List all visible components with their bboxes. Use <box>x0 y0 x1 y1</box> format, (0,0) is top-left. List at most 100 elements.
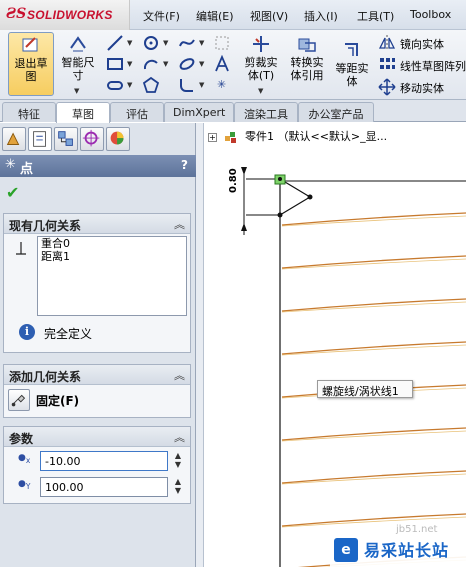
existing-relations-group: 现有几何关系 ︽ 重合0 距离1 i 完全定义 <box>3 213 191 353</box>
trim-icon <box>253 36 269 52</box>
x-coordinate-input[interactable] <box>40 451 168 471</box>
linear-pattern-icon[interactable] <box>378 56 396 74</box>
dimxpert-manager-tab[interactable] <box>80 127 104 151</box>
help-button[interactable]: ? <box>181 158 188 172</box>
list-item[interactable]: 距离1 <box>38 250 186 263</box>
point-tool-icon[interactable]: ✳ <box>217 78 226 91</box>
collapse-chevron-icon[interactable]: ︽ <box>174 367 185 383</box>
display-manager-tab[interactable] <box>106 127 130 151</box>
helix-turn <box>281 427 466 441</box>
add-relations-header[interactable]: 添加几何关系 ︽ <box>4 365 190 385</box>
menu-toolbox[interactable]: Toolbox <box>410 8 451 21</box>
x-spinner[interactable]: ▲ ▼ <box>172 451 184 471</box>
menu-file[interactable]: 文件(F) <box>143 8 180 24</box>
ellipse-icon[interactable] <box>178 55 196 73</box>
fillet-icon[interactable] <box>178 76 196 94</box>
polygon-icon[interactable] <box>142 76 160 94</box>
construction-geometry-icon[interactable] <box>213 34 231 52</box>
smart-dimension-dropdown-icon[interactable]: ▼ <box>74 87 79 95</box>
manager-tabs <box>0 127 196 153</box>
property-manager-title: 点 <box>20 162 34 177</box>
tab-evaluate[interactable]: 评估 <box>110 102 164 122</box>
point-icon: ✳ <box>5 157 16 172</box>
solidworks-logo[interactable]: ƧS SOLIDWORKS <box>0 0 130 30</box>
slot-dropdown-icon[interactable]: ▼ <box>127 81 132 89</box>
info-icon: i <box>19 324 35 340</box>
move-entities-icon[interactable] <box>378 78 396 96</box>
feature-manager-tab[interactable] <box>2 127 26 151</box>
menu-insert[interactable]: 插入(I) <box>304 8 338 24</box>
fix-relation-button[interactable] <box>8 389 30 411</box>
anchor-icon <box>11 394 26 407</box>
helix-turn <box>281 212 466 226</box>
circle-dropdown-icon[interactable]: ▼ <box>163 39 168 47</box>
helix-tooltip: 螺旋线/涡状线1 <box>317 380 413 398</box>
watermark-text: 易采站长站 <box>364 541 450 560</box>
exit-sketch-button[interactable]: 退出草图 <box>8 32 54 96</box>
spline-dropdown-icon[interactable]: ▼ <box>199 39 204 47</box>
smart-dimension-label: 智能尺寸 <box>61 56 95 82</box>
move-entities-label[interactable]: 移动实体 <box>400 80 444 96</box>
fillet-dropdown-icon[interactable]: ▼ <box>199 81 204 89</box>
add-relations-group: 添加几何关系 ︽ 固定(F) <box>3 364 191 418</box>
y-spinner[interactable]: ▲ ▼ <box>172 477 184 497</box>
rectangle-dropdown-icon[interactable]: ▼ <box>127 60 132 68</box>
menu-view[interactable]: 视图(V) <box>250 8 288 24</box>
collapse-chevron-icon[interactable]: ︽ <box>174 216 185 232</box>
smart-dimension-button[interactable]: 智能尺寸 <box>58 34 98 82</box>
existing-relations-header[interactable]: 现有几何关系 ︽ <box>4 214 190 234</box>
convert-entities-icon <box>298 38 316 52</box>
fix-relation-label[interactable]: 固定(F) <box>36 392 79 409</box>
slot-icon[interactable] <box>106 76 124 94</box>
property-manager-header: ✳ 点 ? <box>0 155 196 177</box>
tab-render-tools[interactable]: 渲染工具 <box>234 102 298 122</box>
tab-dimxpert[interactable]: DimXpert <box>164 102 234 122</box>
menu-edit[interactable]: 编辑(E) <box>196 8 234 24</box>
menu-tools[interactable]: 工具(T) <box>357 8 394 24</box>
property-manager-panel: ✳ 点 ? ✔ 现有几何关系 ︽ 重合0 距离1 i 完全定义 添加几何关系 ︽… <box>0 123 196 567</box>
list-item[interactable]: 重合0 <box>38 237 186 250</box>
definition-status: 完全定义 <box>44 327 93 341</box>
convert-entities-button[interactable]: 转换实体引用 <box>286 34 328 82</box>
ellipse-dropdown-icon[interactable]: ▼ <box>199 60 204 68</box>
collapse-chevron-icon[interactable]: ︽ <box>174 429 185 445</box>
helix-turn <box>281 341 466 355</box>
tab-sketch[interactable]: 草图 <box>56 102 110 123</box>
circle-icon[interactable] <box>142 34 160 52</box>
linear-pattern-label[interactable]: 线性草图阵列 <box>400 58 466 74</box>
dimxpert-icon <box>82 129 100 147</box>
property-manager-tab[interactable] <box>28 127 52 151</box>
parameters-group: 参数 ︽ ●x ▲▼ ●Y ▲▼ <box>3 426 191 504</box>
y-coordinate-input[interactable] <box>40 477 168 497</box>
command-manager: 退出草图 智能尺寸 ▼ ▼ ▼ ▼ ▼ ▼ ▼ ▼ ▼ ✳ 剪裁实体(T) ▼ … <box>0 30 466 100</box>
trim-entities-label: 剪裁实体(T) <box>244 56 278 82</box>
mirror-icon[interactable] <box>378 34 396 52</box>
exit-sketch-label: 退出草图 <box>14 57 48 83</box>
spline-icon[interactable] <box>178 34 196 52</box>
tab-features[interactable]: 特征 <box>2 102 56 122</box>
parameters-header[interactable]: 参数 ︽ <box>4 427 190 447</box>
line-dropdown-icon[interactable]: ▼ <box>127 39 132 47</box>
existing-relations-list[interactable]: 重合0 距离1 <box>37 236 187 316</box>
rectangle-icon[interactable] <box>106 55 124 73</box>
existing-relations-title: 现有几何关系 <box>9 219 82 233</box>
tab-office-products[interactable]: 办公室产品 <box>298 102 374 122</box>
panel-splitter[interactable] <box>196 123 204 567</box>
sketch-canvas[interactable]: 0.80 <box>204 123 466 567</box>
trim-entities-button[interactable]: 剪裁实体(T) <box>240 34 282 82</box>
arc-icon[interactable] <box>142 55 160 73</box>
trim-dropdown-icon[interactable]: ▼ <box>258 87 263 95</box>
offset-icon <box>345 43 358 56</box>
smart-dimension-icon <box>70 36 86 52</box>
line-icon[interactable] <box>106 34 124 52</box>
mirror-entities-label[interactable]: 镜向实体 <box>400 36 444 52</box>
x-coordinate-icon: ●x <box>18 453 31 465</box>
arc-dropdown-icon[interactable]: ▼ <box>163 60 168 68</box>
ok-check-icon[interactable]: ✔ <box>6 183 19 202</box>
offset-entities-button[interactable]: 等距实体 <box>332 40 372 88</box>
configuration-manager-tab[interactable] <box>54 127 78 151</box>
menu-bar: ƧS SOLIDWORKS 文件(F) 编辑(E) 视图(V) 插入(I) 工具… <box>0 0 466 30</box>
text-icon[interactable] <box>213 55 231 73</box>
graphics-area[interactable]: + 零件1 （默认<<默认>_显... 0.80 螺旋线/涡状线1 <box>204 123 466 567</box>
command-tabs: 特征 草图 评估 DimXpert 渲染工具 办公室产品 <box>0 100 466 123</box>
